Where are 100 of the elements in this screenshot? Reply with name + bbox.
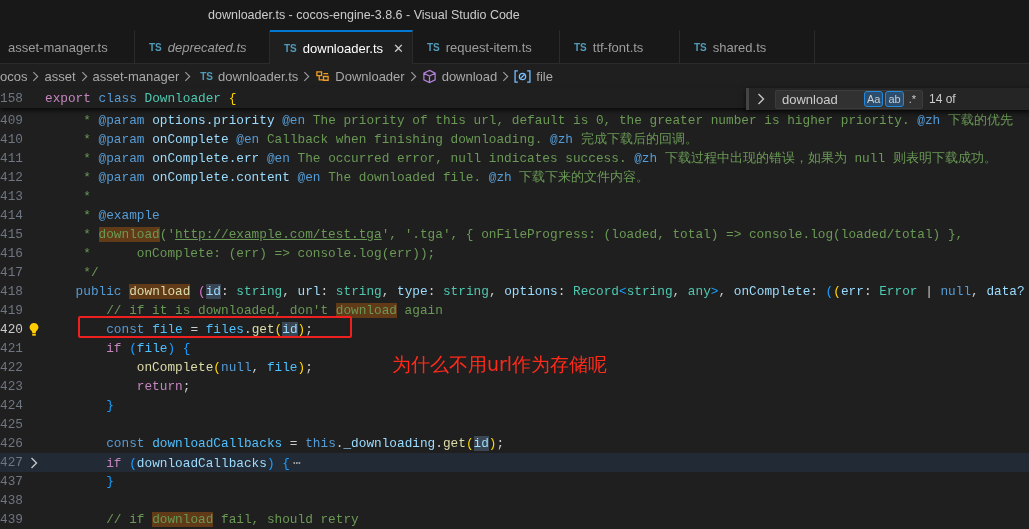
line-number: 423 — [0, 379, 22, 394]
code-comment: * onComplete: (err) => console.log(err)); — [82, 246, 436, 261]
editor-tab[interactable]: TS shared.ts — [680, 30, 815, 63]
class-icon — [315, 68, 331, 84]
bracket: } — [105, 398, 114, 413]
lightbulb-icon[interactable] — [27, 322, 40, 337]
line-number: 424 — [0, 398, 22, 413]
parameter-name: type — [397, 284, 428, 299]
bracket: ) — [488, 436, 497, 451]
bracket: ( — [128, 455, 137, 471]
keyword: const — [105, 436, 146, 451]
link[interactable]: http://example.com/test.tga — [175, 227, 382, 242]
code-text: , — [718, 284, 728, 299]
parameter-name: options — [504, 284, 558, 299]
line-number: 427 — [0, 455, 22, 470]
close-icon[interactable]: ✕ — [393, 40, 404, 56]
line-number: 421 — [0, 341, 22, 356]
keyword: const — [105, 322, 146, 337]
search-match: download — [98, 227, 160, 242]
search-field[interactable]: download Aa ab .* — [775, 89, 923, 109]
keyword: export — [45, 90, 91, 106]
bracket: { — [281, 455, 290, 471]
editor-tab[interactable]: asset-manager.ts — [0, 30, 135, 63]
variable-name: files — [205, 322, 244, 337]
doc-tag: @param — [98, 151, 145, 166]
breadcrumb-item[interactable]: download — [421, 68, 498, 84]
keyword: null — [221, 360, 252, 375]
keyword: if — [105, 455, 122, 471]
bracket: } — [105, 474, 114, 489]
line-number: 412 — [0, 170, 22, 185]
code-comment: * — [82, 189, 91, 204]
code-comment: The downloaded file. — [327, 170, 483, 185]
variable-name: file — [136, 341, 168, 356]
code-text: . — [335, 436, 344, 451]
parameter-name: onComplete — [733, 284, 811, 299]
code-comment: // if it is downloaded, don't — [105, 303, 330, 318]
doc-tag: @zh — [550, 132, 573, 147]
breadcrumb-item[interactable]: asset — [44, 68, 76, 84]
annotation-text: 为什么不用url作为存储呢 — [392, 352, 608, 377]
code-text: : — [557, 284, 566, 299]
type-name: any — [687, 284, 711, 299]
chevron-icon — [502, 70, 510, 82]
parameter-name: onComplete.content — [151, 170, 291, 185]
doc-tag: @zh — [634, 151, 658, 166]
code-comment: The priority of this url, default is 0, the greater number is higher priority. — [311, 113, 911, 128]
line-number: 416 — [0, 246, 22, 261]
function-name: get — [251, 322, 275, 337]
chevron-icon[interactable] — [757, 93, 765, 105]
code-comment: * — [82, 151, 92, 166]
code-text: ; — [305, 360, 313, 375]
code-text: , — [488, 284, 498, 299]
option-toggle[interactable]: .* — [905, 91, 919, 107]
variable-name: downloadCallbacks — [152, 436, 283, 451]
keyword: return — [135, 379, 183, 394]
chevron-icon — [80, 70, 88, 82]
line-number: 419 — [0, 303, 22, 318]
editor-tab[interactable]: TS downloader.ts ✕ — [270, 30, 413, 64]
chevron-icon — [303, 70, 311, 82]
code-text: . — [243, 322, 252, 337]
doc-tag: @zh — [917, 113, 941, 128]
code-text: ; — [496, 436, 505, 451]
breadcrumb-item[interactable]: asset-manager — [92, 68, 180, 84]
doc-tag: @en — [236, 132, 260, 147]
line-number: 417 — [0, 265, 22, 280]
cube-icon — [421, 68, 437, 84]
folded-ellipsis[interactable]: ⋯ — [292, 455, 301, 471]
search-match: download — [152, 512, 214, 527]
doc-tag: @en — [297, 170, 321, 185]
code-text: : — [863, 284, 872, 299]
editor-tab[interactable]: TS request-item.ts — [413, 30, 560, 63]
bracket: > — [710, 284, 719, 299]
line-number: 409 — [0, 113, 22, 128]
option-toggle[interactable]: ab — [885, 91, 904, 107]
code-text: . — [435, 436, 443, 451]
keyword: null — [940, 284, 972, 299]
doc-tag: @param — [98, 113, 145, 128]
type-name: string — [235, 284, 283, 299]
line-number: 414 — [0, 208, 22, 223]
bracket: < — [618, 284, 627, 299]
code-comment: The occurred error, null indicates success. — [296, 151, 628, 166]
code-comment: * — [82, 227, 92, 242]
doc-tag: @example — [98, 208, 160, 223]
bracket: ( — [213, 360, 221, 375]
code-comment: * — [82, 208, 92, 223]
editor-tab[interactable]: TS ttf-font.ts — [560, 30, 680, 63]
code-comment: 下载下来的文件内容。 — [518, 170, 650, 185]
breadcrumb-item[interactable]: Downloader — [315, 68, 405, 84]
line-number: 439 — [0, 512, 22, 527]
breadcrumb-item[interactable]: TS downloader.ts — [196, 68, 299, 84]
parameter-name: err — [840, 284, 864, 299]
code-text: ; — [182, 379, 191, 394]
code-text: : — [320, 284, 329, 299]
line-number: 438 — [0, 493, 22, 508]
line-number: 420 — [0, 322, 22, 337]
breadcrumb-item[interactable]: ocos — [0, 68, 28, 84]
keyword: if — [105, 341, 123, 356]
chevron-icon[interactable] — [29, 456, 38, 469]
code-text: , — [282, 284, 291, 299]
breadcrumb-item[interactable]: file — [514, 68, 553, 84]
option-toggle[interactable]: Aa — [863, 91, 884, 107]
